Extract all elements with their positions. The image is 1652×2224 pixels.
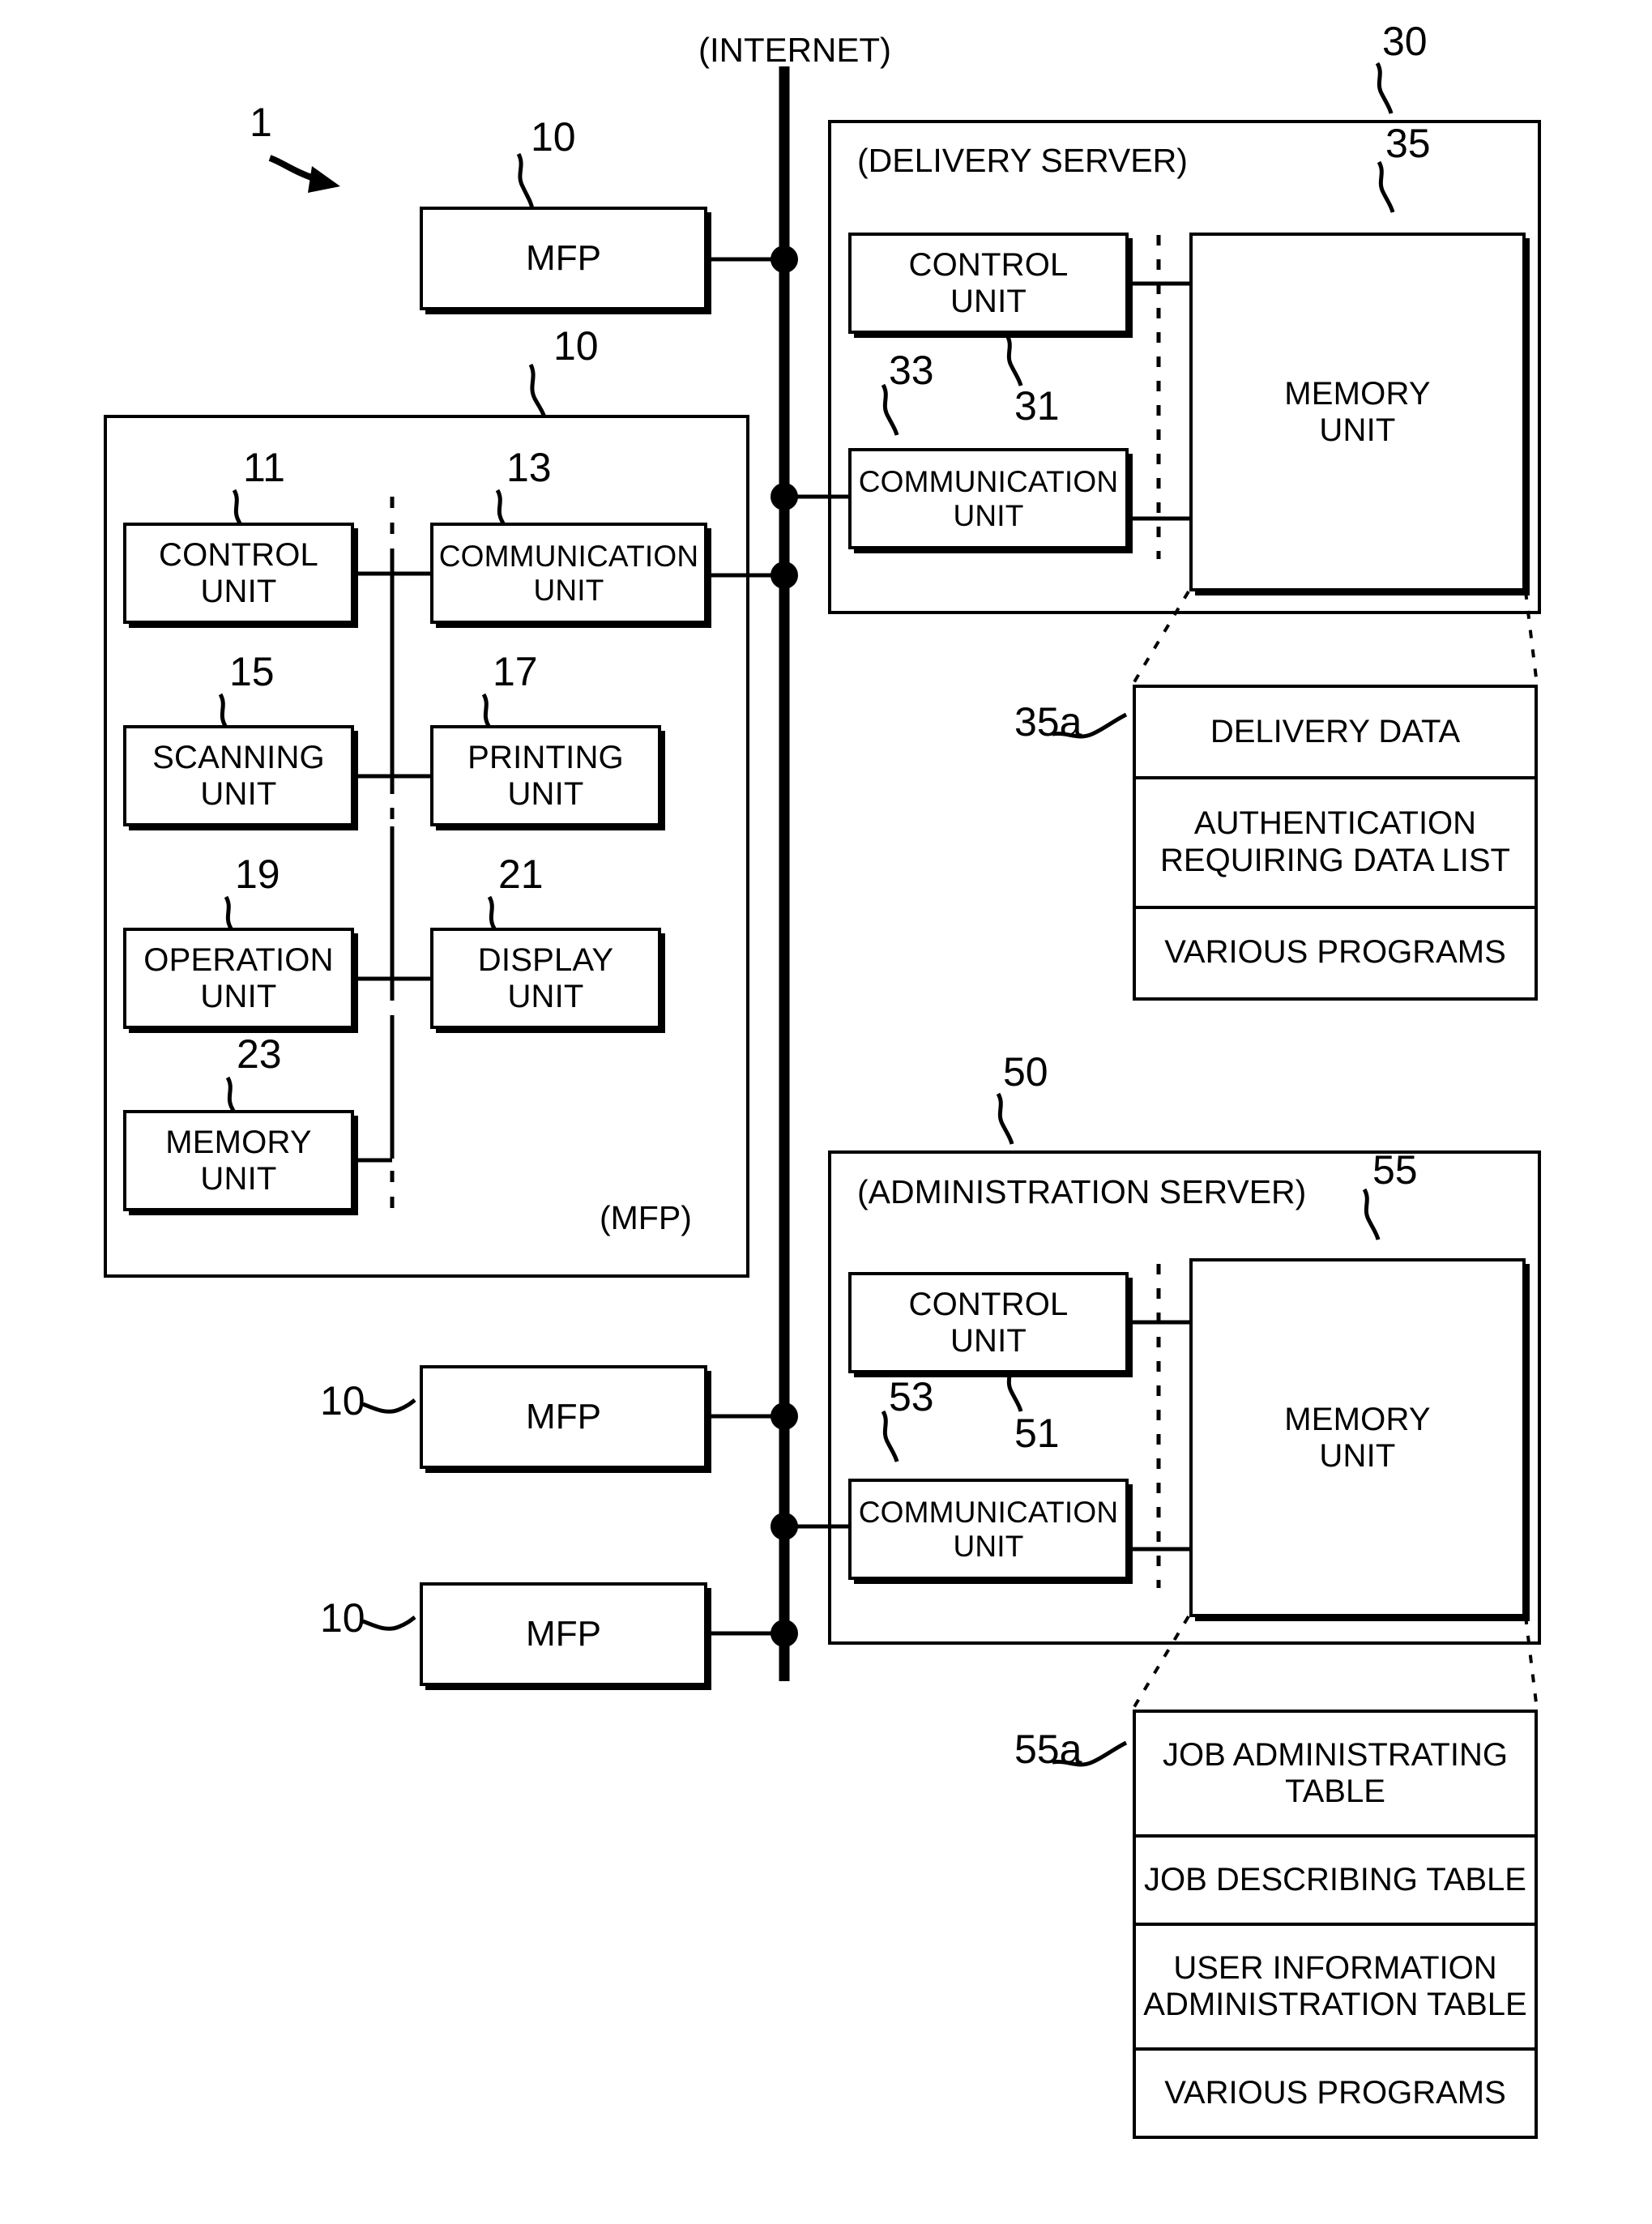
mfp-communication-unit[interactable]: COMMUNICATION UNIT (430, 523, 707, 624)
mfp-memory-unit-label: MEMORY UNIT (165, 1124, 312, 1197)
leader-10-bottom (362, 1616, 416, 1631)
delivery-memory-unit[interactable]: MEMORY UNIT (1189, 233, 1526, 591)
mfp-detail-caption: (MFP) (600, 1199, 692, 1236)
memory-content-row: JOB ADMINISTRATING TABLE (1136, 1713, 1535, 1838)
mfp-display-unit[interactable]: DISPLAY UNIT (430, 928, 661, 1029)
ref-number-35a: 35a (1014, 699, 1082, 745)
ref-number-11: 11 (243, 445, 285, 490)
mfp-control-unit-label: CONTROL UNIT (159, 536, 318, 609)
leader-30 (1375, 62, 1394, 114)
mfp-node-bottom-label: MFP (526, 1614, 601, 1654)
ref-number-17: 17 (493, 649, 538, 694)
administration-server-caption: (ADMINISTRATION SERVER) (857, 1173, 1307, 1210)
leader-50 (996, 1092, 1014, 1145)
admin-control-unit-label: CONTROL UNIT (908, 1286, 1069, 1359)
internet-label: (INTERNET) (698, 31, 891, 69)
delivery-communication-unit[interactable]: COMMUNICATION UNIT (848, 448, 1129, 549)
ref-number-50: 50 (1003, 1049, 1048, 1095)
memory-content-row: VARIOUS PROGRAMS (1164, 934, 1506, 971)
mfp-node-middle[interactable]: MFP (420, 1365, 707, 1469)
mfp-control-unit[interactable]: CONTROL UNIT (123, 523, 354, 624)
mfp-memory-unit[interactable]: MEMORY UNIT (123, 1110, 354, 1211)
ref-number-21: 21 (498, 852, 544, 897)
mfp-printing-unit-label: PRINTING UNIT (467, 739, 624, 812)
system-ref-number: 1 (250, 100, 272, 145)
memory-content-row: USER INFORMATION ADMINISTRATION TABLE (1136, 1926, 1535, 2051)
mfp-node-middle-label: MFP (526, 1397, 601, 1437)
ref-number-mfp-detail: 10 (553, 323, 599, 369)
ref-number-19: 19 (235, 852, 280, 897)
patent-figure-canvas: (INTERNET) 1 MFP 10 10 (MFP) CONTROL UNI… (0, 0, 1652, 2224)
ref-number-33: 33 (889, 348, 934, 393)
ref-number-mfp-top: 10 (531, 114, 576, 160)
admin-memory-contents-table: JOB ADMINISTRATING TABLE JOB DESCRIBING … (1133, 1710, 1538, 2139)
leader-10-middle (362, 1398, 416, 1414)
leader-10-detail (528, 363, 547, 418)
ref-number-53: 53 (889, 1374, 934, 1419)
mfp-operation-unit[interactable]: OPERATION UNIT (123, 928, 354, 1029)
ref-number-mfp-bottom: 10 (320, 1595, 365, 1641)
memory-content-row: JOB DESCRIBING TABLE (1136, 1838, 1535, 1926)
delivery-memory-unit-label: MEMORY UNIT (1284, 375, 1431, 448)
admin-memory-unit-label: MEMORY UNIT (1284, 1401, 1431, 1474)
delivery-control-unit[interactable]: CONTROL UNIT (848, 233, 1129, 334)
mfp-scanning-unit-label: SCANNING UNIT (152, 739, 325, 812)
leader-10-top (516, 152, 535, 210)
ref-number-55: 55 (1372, 1147, 1418, 1193)
ref-number-35: 35 (1385, 121, 1431, 166)
system-arrow-head (308, 166, 340, 193)
ref-number-mfp-middle: 10 (320, 1378, 365, 1424)
delivery-memory-contents-table: DELIVERY DATA AUTHENTICATION REQUIRING D… (1133, 685, 1538, 1001)
ref-number-15: 15 (229, 649, 275, 694)
mfp-printing-unit[interactable]: PRINTING UNIT (430, 725, 661, 826)
mfp-communication-unit-label: COMMUNICATION UNIT (438, 540, 699, 607)
ref-number-23: 23 (237, 1031, 282, 1077)
mfp-node-top[interactable]: MFP (420, 207, 707, 310)
admin-memory-unit[interactable]: MEMORY UNIT (1189, 1258, 1526, 1617)
admin-control-unit[interactable]: CONTROL UNIT (848, 1272, 1129, 1373)
delivery-control-unit-label: CONTROL UNIT (908, 246, 1069, 319)
mfp-scanning-unit[interactable]: SCANNING UNIT (123, 725, 354, 826)
ref-number-13: 13 (506, 445, 552, 490)
memory-content-row: VARIOUS PROGRAMS (1164, 2074, 1506, 2111)
delivery-communication-unit-label: COMMUNICATION UNIT (858, 465, 1119, 532)
memory-content-row: AUTHENTICATION REQUIRING DATA LIST (1136, 779, 1535, 909)
delivery-server-caption: (DELIVERY SERVER) (857, 142, 1188, 179)
admin-communication-unit[interactable]: COMMUNICATION UNIT (848, 1479, 1129, 1580)
ref-number-31: 31 (1014, 383, 1060, 429)
mfp-operation-unit-label: OPERATION UNIT (143, 941, 334, 1014)
ref-number-55a: 55a (1014, 1727, 1082, 1772)
mfp-display-unit-label: DISPLAY UNIT (477, 941, 614, 1014)
mfp-node-bottom[interactable]: MFP (420, 1582, 707, 1686)
ref-number-51: 51 (1014, 1411, 1060, 1456)
memory-content-row: DELIVERY DATA (1136, 688, 1535, 780)
ref-number-30: 30 (1382, 19, 1428, 64)
admin-communication-unit-label: COMMUNICATION UNIT (858, 1496, 1119, 1563)
mfp-node-top-label: MFP (526, 238, 601, 279)
